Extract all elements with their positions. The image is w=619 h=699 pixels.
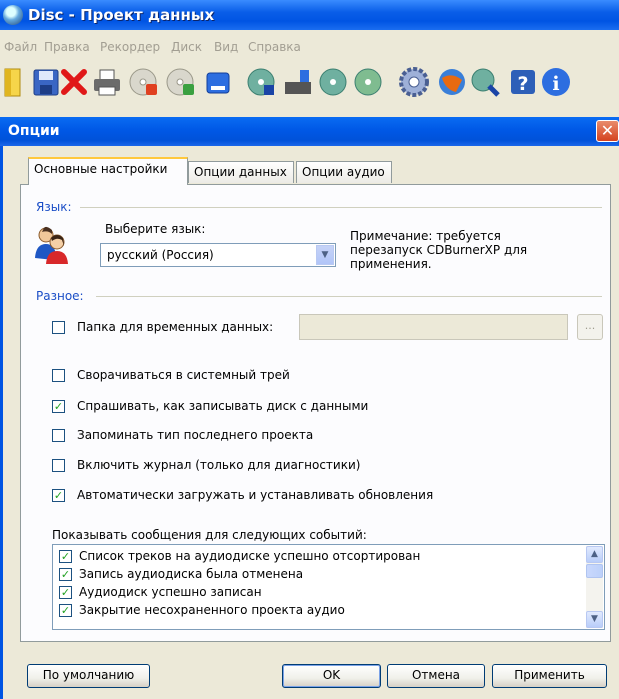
language-select[interactable]: русский (Россия) ▼ (100, 243, 336, 267)
option-checkbox-3[interactable] (52, 459, 65, 472)
option-checkbox-4[interactable]: ✓ (52, 489, 65, 502)
tab-general[interactable]: Основные настройки (28, 157, 188, 185)
events-label: Показывать сообщения для следующих событ… (52, 528, 367, 542)
menu-disc[interactable]: Диск (171, 40, 202, 54)
event-label-2: Аудиодиск успешно записан (79, 585, 262, 599)
burn-image-icon[interactable] (282, 66, 314, 98)
verify-disc-icon[interactable] (165, 66, 197, 98)
events-scrollbar[interactable]: ▲ ▼ (586, 546, 603, 628)
tab-data-label: Опции данных (194, 165, 287, 179)
tab-data[interactable]: Опции данных (188, 161, 294, 183)
menu-edit[interactable]: Правка (44, 40, 90, 54)
burn-icon[interactable] (202, 66, 234, 98)
browse-button[interactable]: ... (577, 314, 603, 340)
tab-audio-label: Опции аудио (302, 165, 385, 179)
event-checkbox-3[interactable]: ✓ (59, 604, 72, 617)
dialog-title-bar[interactable]: Опции ✕ (0, 117, 619, 146)
toolbar: ? i (0, 62, 619, 112)
option-checkbox-2[interactable] (52, 429, 65, 442)
option-label-1[interactable]: Спрашивать, как записывать диск с данным… (77, 399, 368, 413)
tab-general-label: Основные настройки (34, 162, 168, 176)
disc-info-icon[interactable] (245, 66, 277, 98)
event-label-3: Закрытие несохраненного проекта аудио (79, 603, 345, 617)
option-label-3[interactable]: Включить журнал (только для диагностики) (77, 458, 360, 472)
find-icon[interactable] (469, 66, 501, 98)
language-group-label: Язык: (36, 200, 76, 214)
close-icon: ✕ (600, 121, 615, 140)
menu-help[interactable]: Справка (248, 40, 301, 54)
language-note: Примечание: требуется перезапуск CDBurne… (350, 229, 528, 271)
help-icon[interactable]: ? (507, 66, 539, 98)
copy-disc-icon[interactable] (317, 66, 349, 98)
apply-button[interactable]: Применить (492, 664, 607, 688)
cancel-button[interactable]: Отмена (387, 664, 485, 688)
app-title: Disc - Проект данных (28, 6, 215, 24)
event-checkbox-2[interactable]: ✓ (59, 586, 72, 599)
temp-folder-label[interactable]: Папка для временных данных: (77, 320, 273, 334)
temp-folder-checkbox[interactable] (52, 321, 65, 334)
language-group-line (80, 207, 602, 208)
erase-disc-icon[interactable] (128, 66, 160, 98)
delete-icon[interactable] (58, 66, 90, 98)
option-checkbox-0[interactable] (52, 369, 65, 382)
app-title-bar: Disc - Проект данных (0, 0, 619, 30)
event-label-0: Список треков на аудиодиске успешно отсо… (79, 549, 421, 563)
menu-recorder[interactable]: Рекордер (100, 40, 160, 54)
event-label-1: Запись аудиодиска была отменена (79, 567, 304, 581)
event-checkbox-1[interactable]: ✓ (59, 568, 72, 581)
print-icon[interactable] (91, 66, 123, 98)
event-checkbox-0[interactable]: ✓ (59, 550, 72, 563)
option-label-2[interactable]: Запоминать тип последнего проекта (77, 428, 313, 442)
dialog-title: Опции (8, 123, 60, 139)
svg-text:?: ? (517, 73, 528, 95)
temp-folder-field[interactable] (299, 314, 568, 340)
settings-icon[interactable] (398, 66, 430, 98)
scroll-down-icon[interactable]: ▼ (586, 611, 603, 628)
menu-view[interactable]: Вид (214, 40, 238, 54)
menu-bar: Файл Правка Рекордер Диск Вид Справка (0, 36, 619, 56)
default-button[interactable]: По умолчанию (27, 664, 150, 688)
new-project-icon[interactable] (0, 66, 32, 98)
svg-text:i: i (552, 73, 559, 95)
help-web-icon[interactable] (436, 66, 468, 98)
ok-button[interactable]: OK (282, 664, 381, 688)
scroll-thumb[interactable] (586, 564, 603, 578)
option-label-0[interactable]: Сворачиваться в системный трей (77, 368, 290, 382)
disc-properties-icon[interactable] (352, 66, 384, 98)
chevron-down-icon[interactable]: ▼ (316, 245, 334, 265)
users-icon (35, 226, 68, 264)
scroll-up-icon[interactable]: ▲ (586, 546, 603, 563)
misc-group-label: Разное: (36, 289, 88, 303)
language-select-value: русский (Россия) (107, 248, 214, 262)
info-icon[interactable]: i (540, 66, 572, 98)
events-list[interactable]: ✓ Список треков на аудиодиске успешно от… (52, 544, 605, 630)
option-checkbox-1[interactable]: ✓ (52, 400, 65, 413)
misc-group-line (96, 296, 602, 297)
language-label: Выберите язык: (105, 222, 206, 236)
menu-file[interactable]: Файл (4, 40, 37, 54)
tab-audio[interactable]: Опции аудио (296, 161, 392, 183)
option-label-4[interactable]: Автоматически загружать и устанавливать … (77, 488, 433, 502)
close-button[interactable]: ✕ (596, 120, 619, 142)
app-disc-icon (3, 5, 23, 25)
